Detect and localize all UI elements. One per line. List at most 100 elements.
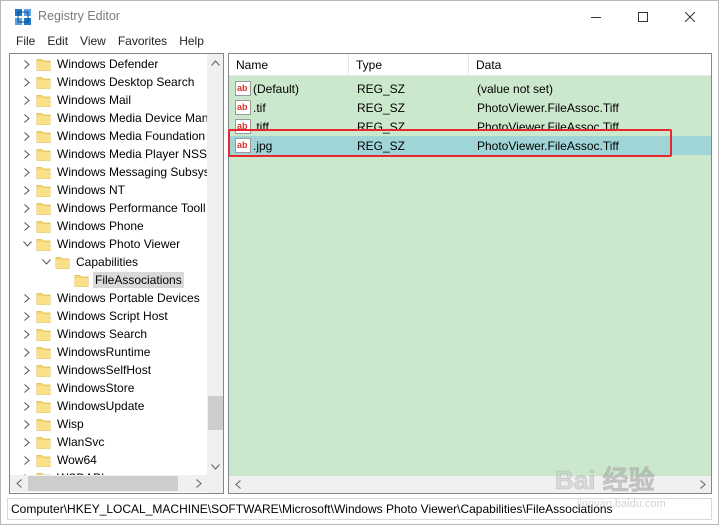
key-tree-pane[interactable]: Windows Defender Windows Desktop Search Wi… bbox=[9, 53, 224, 494]
folder-icon bbox=[55, 255, 70, 270]
folder-icon bbox=[36, 183, 51, 198]
tree-node[interactable]: Windows Script Host bbox=[20, 307, 170, 325]
chevron-right-icon[interactable] bbox=[20, 217, 34, 235]
close-button[interactable] bbox=[667, 1, 713, 32]
value-row[interactable]: ab (Default) REG_SZ (value not set) bbox=[229, 79, 711, 98]
value-data: PhotoViewer.FileAssoc.Tiff bbox=[477, 101, 619, 115]
tree-node[interactable]: Windows Media Player NSS bbox=[20, 145, 209, 163]
watermark-text: Bai 经验 bbox=[555, 465, 655, 495]
maximize-button[interactable] bbox=[620, 1, 666, 32]
tree-node-label: FileAssociations bbox=[93, 272, 184, 288]
tree-node-label: Wow64 bbox=[57, 453, 97, 467]
tree-node[interactable]: Windows Desktop Search bbox=[20, 73, 196, 91]
menu-favorites[interactable]: Favorites bbox=[112, 32, 173, 51]
tree-node[interactable]: Windows NT bbox=[20, 181, 127, 199]
list-header: Name Type Data bbox=[229, 54, 711, 76]
column-header-data[interactable]: Data bbox=[469, 54, 711, 76]
chevron-right-icon[interactable] bbox=[20, 91, 34, 109]
title-bar[interactable]: Registry Editor bbox=[1, 1, 718, 32]
tree-node-label: Windows Desktop Search bbox=[57, 75, 195, 89]
tree-node[interactable]: FileAssociations bbox=[58, 271, 184, 289]
chevron-right-icon[interactable] bbox=[20, 73, 34, 91]
tree-node[interactable]: Capabilities bbox=[39, 253, 140, 271]
scroll-right-arrow[interactable] bbox=[190, 475, 207, 492]
chevron-right-icon[interactable] bbox=[20, 343, 34, 361]
tree-node[interactable]: Windows Performance Tooll bbox=[20, 199, 208, 217]
tree-node[interactable]: Wow64 bbox=[20, 451, 99, 469]
tree-node[interactable]: WlanSvc bbox=[20, 433, 106, 451]
folder-icon bbox=[36, 129, 51, 144]
scroll-left-arrow[interactable] bbox=[10, 475, 27, 492]
chevron-right-icon[interactable] bbox=[20, 361, 34, 379]
tree-node[interactable]: WindowsStore bbox=[20, 379, 136, 397]
chevron-down-icon[interactable] bbox=[39, 253, 53, 271]
scrollbar-thumb[interactable] bbox=[28, 476, 178, 491]
chevron-right-icon[interactable] bbox=[20, 55, 34, 73]
chevron-right-icon[interactable] bbox=[20, 145, 34, 163]
menu-view[interactable]: View bbox=[74, 32, 112, 51]
chevron-right-icon[interactable] bbox=[20, 433, 34, 451]
tree-node-label: Windows Performance Tooll bbox=[57, 201, 206, 215]
menu-help[interactable]: Help bbox=[173, 32, 210, 51]
tree-node[interactable]: Windows Portable Devices bbox=[20, 289, 202, 307]
registry-icon bbox=[15, 9, 31, 25]
string-value-icon: ab bbox=[235, 81, 251, 96]
tree-node-label: Windows Media Device Man bbox=[57, 111, 209, 125]
tree-node[interactable]: Wisp bbox=[20, 415, 86, 433]
tree-node-label: WindowsStore bbox=[57, 381, 135, 395]
menu-edit[interactable]: Edit bbox=[41, 32, 74, 51]
watermark-subtext: jingyan.baidu.com bbox=[576, 498, 666, 510]
folder-icon bbox=[36, 435, 51, 450]
scroll-down-arrow[interactable] bbox=[207, 458, 223, 475]
tree-node[interactable]: Windows Messaging Subsys bbox=[20, 163, 212, 181]
chevron-right-icon[interactable] bbox=[20, 127, 34, 145]
chevron-right-icon[interactable] bbox=[20, 379, 34, 397]
chevron-right-icon[interactable] bbox=[20, 415, 34, 433]
menu-file[interactable]: File bbox=[10, 32, 41, 51]
minimize-icon bbox=[591, 16, 601, 18]
tree-node[interactable]: Windows Photo Viewer bbox=[20, 235, 182, 253]
scroll-right-arrow[interactable] bbox=[694, 476, 711, 493]
chevron-right-icon[interactable] bbox=[20, 289, 34, 307]
chevron-right-icon[interactable] bbox=[20, 163, 34, 181]
tree-node[interactable]: Windows Media Foundation bbox=[20, 127, 207, 145]
chevron-up-icon bbox=[211, 59, 220, 66]
chevron-right-icon[interactable] bbox=[20, 451, 34, 469]
baidu-watermark: Bai 经验 jingyan.baidu.com bbox=[555, 465, 666, 510]
tree-vertical-scrollbar[interactable] bbox=[207, 54, 223, 493]
folder-icon bbox=[36, 219, 51, 234]
tree-node[interactable]: WindowsSelfHost bbox=[20, 361, 153, 379]
chevron-right-icon[interactable] bbox=[20, 307, 34, 325]
chevron-down-icon[interactable] bbox=[20, 235, 34, 253]
tree-node[interactable]: Windows Mail bbox=[20, 91, 133, 109]
chevron-right-icon[interactable] bbox=[20, 397, 34, 415]
tree-horizontal-scrollbar[interactable] bbox=[10, 475, 207, 492]
column-header-type[interactable]: Type bbox=[349, 54, 469, 76]
tree-node-label: Wisp bbox=[57, 417, 84, 431]
scrollbar-thumb[interactable] bbox=[208, 396, 223, 430]
scroll-left-arrow[interactable] bbox=[229, 476, 246, 493]
tree-node-label: WlanSvc bbox=[57, 435, 105, 449]
chevron-right-icon[interactable] bbox=[20, 181, 34, 199]
scroll-up-arrow[interactable] bbox=[207, 54, 223, 71]
tree-node[interactable]: Windows Phone bbox=[20, 217, 146, 235]
tree-node[interactable]: Windows Search bbox=[20, 325, 149, 343]
tree-node[interactable]: Windows Defender bbox=[20, 55, 160, 73]
value-row[interactable]: ab .tif REG_SZ PhotoViewer.FileAssoc.Tiff bbox=[229, 98, 711, 117]
chevron-down-icon bbox=[211, 463, 220, 470]
registry-editor-window: Registry Editor File Edit View Favorites… bbox=[0, 0, 719, 525]
values-list-pane[interactable]: Name Type Data ab (Default) REG_SZ (value n… bbox=[228, 53, 712, 494]
tree-node[interactable]: Windows Media Device Man bbox=[20, 109, 210, 127]
tree-node-label: Windows Search bbox=[57, 327, 148, 341]
folder-icon bbox=[36, 327, 51, 342]
chevron-right-icon[interactable] bbox=[20, 109, 34, 127]
chevron-right-icon[interactable] bbox=[20, 199, 34, 217]
folder-icon bbox=[36, 381, 51, 396]
scrollbar-corner bbox=[207, 475, 223, 493]
chevron-right-icon[interactable] bbox=[20, 325, 34, 343]
chevron-right-icon bbox=[699, 480, 706, 489]
minimize-button[interactable] bbox=[573, 1, 619, 32]
tree-node[interactable]: WindowsRuntime bbox=[20, 343, 152, 361]
column-header-name[interactable]: Name bbox=[229, 54, 349, 76]
tree-node[interactable]: WindowsUpdate bbox=[20, 397, 146, 415]
